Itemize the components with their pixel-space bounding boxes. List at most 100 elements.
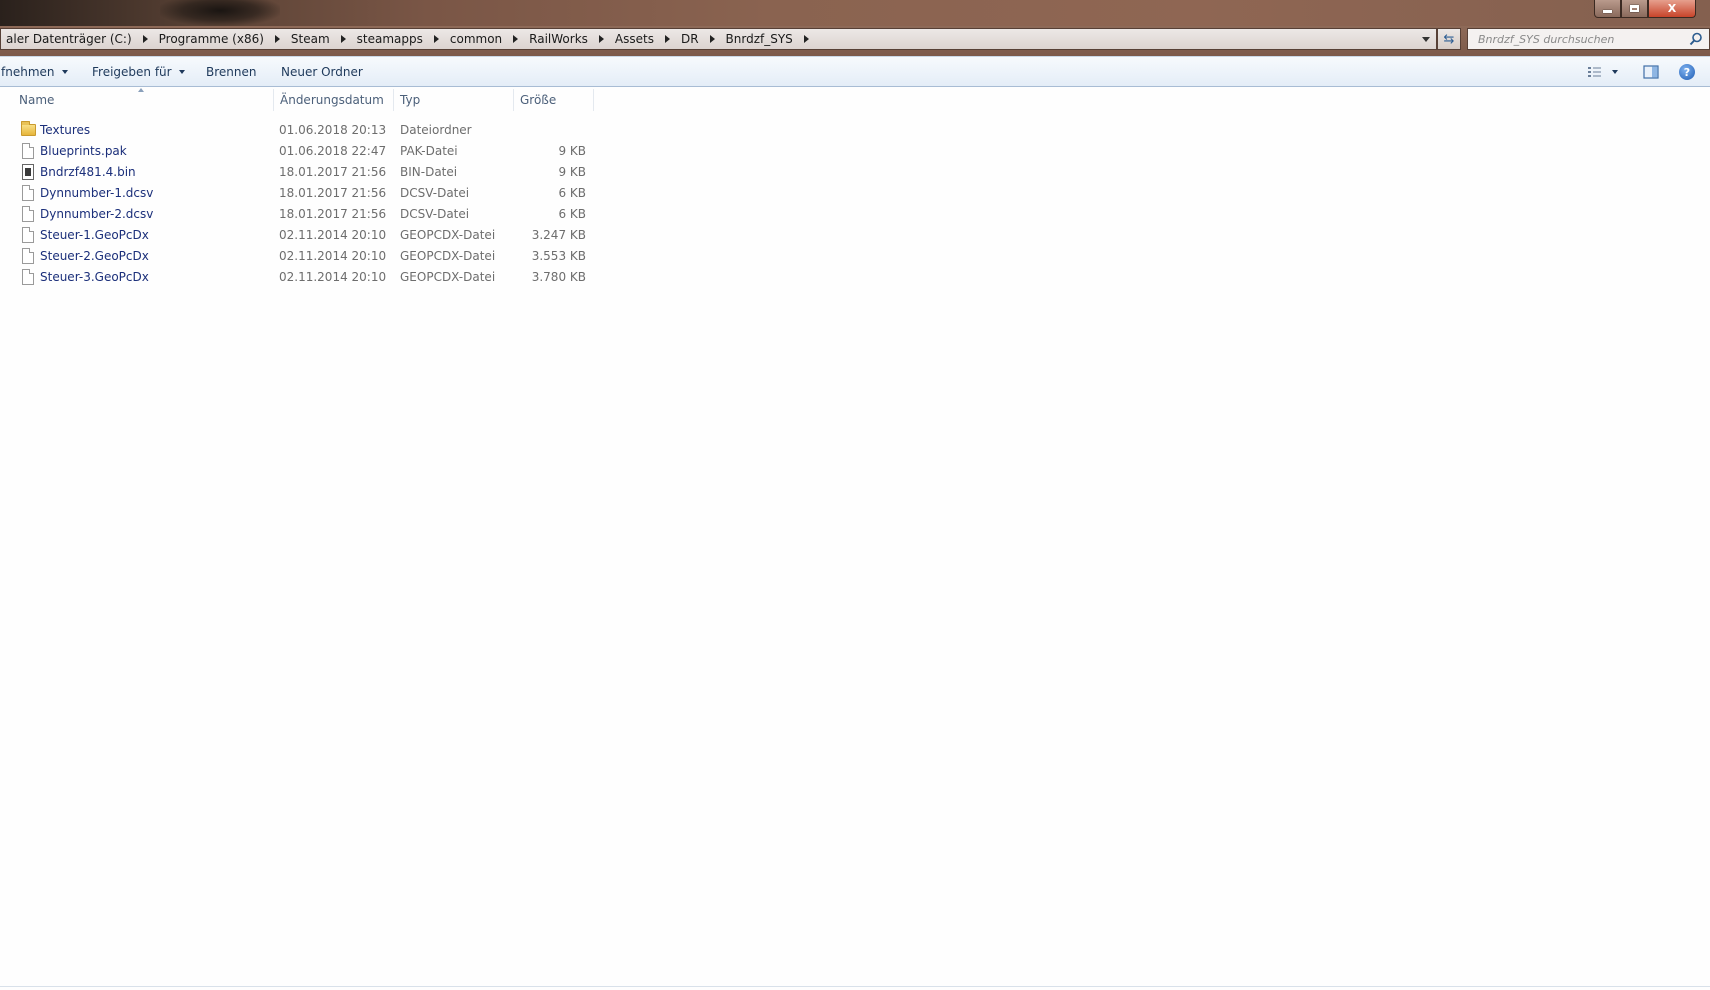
column-divider[interactable] (273, 89, 274, 111)
breadcrumb-chevron-icon[interactable] (664, 35, 670, 43)
maximize-button[interactable] (1621, 0, 1648, 18)
maximize-icon (1630, 5, 1639, 12)
preview-pane-button[interactable] (1643, 61, 1659, 83)
file-date: 02.11.2014 20:10 (279, 227, 387, 242)
column-divider[interactable] (593, 89, 594, 111)
breadcrumb-item[interactable]: Bnrdzf_SYS (721, 32, 798, 46)
breadcrumb-chevron-icon[interactable] (709, 35, 715, 43)
navigation-bar: aler Datenträger (C:) Programme (x86) Stea… (0, 26, 1710, 56)
new-folder-button[interactable]: Neuer Ordner (281, 57, 363, 87)
column-header-name-label: Name (19, 92, 55, 107)
file-row[interactable]: Bndrzf481.4.bin 18.01.2017 21:56 BIN-Datei… (0, 161, 600, 182)
file-size: 6 KB (558, 185, 586, 200)
caret-down-icon (61, 70, 68, 74)
breadcrumb-chevron-icon[interactable] (513, 35, 519, 43)
refresh-icon: ⇆ (1443, 31, 1455, 47)
file-row[interactable]: Steuer-1.GeoPcDx 02.11.2014 20:10 GEOPCDX-… (0, 224, 600, 245)
file-row[interactable]: Blueprints.pak 01.06.2018 22:47 PAK-Datei 9… (0, 140, 600, 161)
column-header-name[interactable]: Name (19, 87, 273, 112)
breadcrumb-item[interactable]: common (445, 32, 507, 46)
breadcrumb-chevron-icon[interactable] (274, 35, 280, 43)
help-button[interactable]: ? (1679, 61, 1695, 83)
search-input[interactable] (1476, 31, 1685, 47)
search-box[interactable] (1467, 28, 1710, 50)
file-date: 01.06.2018 22:47 (279, 143, 387, 158)
file-list-pane[interactable]: Name Änderungsdatum Typ Größe Textures 01… (0, 87, 1710, 990)
search-icon[interactable] (1689, 32, 1703, 46)
file-date: 18.01.2017 21:56 (279, 206, 387, 221)
breadcrumb-item[interactable]: RailWorks (524, 32, 593, 46)
file-row[interactable]: Steuer-2.GeoPcDx 02.11.2014 20:10 GEOPCDX-… (0, 245, 600, 266)
burn-label: Brennen (206, 65, 257, 79)
column-divider[interactable] (513, 89, 514, 111)
new-folder-label: Neuer Ordner (281, 65, 363, 79)
breadcrumb-item[interactable]: aler Datenträger (C:) (1, 32, 137, 46)
column-header-size[interactable]: Größe (520, 87, 593, 112)
window-titlebar: X (0, 0, 1710, 26)
file-type: DCSV-Datei (400, 206, 470, 221)
minimize-icon (1603, 10, 1612, 13)
breadcrumb-item[interactable]: Steam (286, 32, 335, 46)
caret-down-icon (1612, 70, 1618, 74)
address-dropdown-button[interactable] (1416, 29, 1436, 49)
binary-file-icon (22, 164, 34, 180)
breadcrumb-item[interactable]: steamapps (352, 32, 428, 46)
file-icon (22, 206, 34, 222)
organize-label: fnehmen (1, 65, 55, 79)
change-view-button[interactable] (1587, 61, 1618, 83)
file-size: 6 KB (558, 206, 586, 221)
breadcrumb-chevron-icon[interactable] (142, 35, 148, 43)
file-row[interactable]: Textures 01.06.2018 20:13 Dateiordner (0, 119, 600, 140)
column-header-type-label: Typ (400, 92, 421, 107)
column-divider[interactable] (393, 89, 394, 111)
file-name: Steuer-1.GeoPcDx (40, 227, 149, 242)
file-icon (22, 143, 34, 159)
file-size: 9 KB (558, 143, 586, 158)
close-icon: X (1667, 2, 1677, 15)
column-header-date[interactable]: Änderungsdatum (280, 87, 393, 112)
file-name: Steuer-3.GeoPcDx (40, 269, 149, 284)
file-date: 01.06.2018 20:13 (279, 122, 387, 137)
breadcrumb-item[interactable]: Programme (x86) (154, 32, 269, 46)
file-name: Dynnumber-2.dcsv (40, 206, 154, 221)
breadcrumb-chevron-icon[interactable] (803, 35, 809, 43)
file-row[interactable]: Dynnumber-2.dcsv 18.01.2017 21:56 DCSV-Dat… (0, 203, 600, 224)
file-size (480, 119, 586, 140)
chevron-down-icon (1422, 36, 1430, 42)
file-size: 9 KB (558, 164, 586, 179)
file-type: DCSV-Datei (400, 185, 470, 200)
file-icon (22, 248, 34, 264)
breadcrumb-chevron-icon[interactable] (598, 35, 604, 43)
refresh-button[interactable]: ⇆ (1437, 28, 1461, 50)
share-with-label: Freigeben für (92, 65, 172, 79)
column-headers: Name Änderungsdatum Typ Größe (0, 87, 1710, 113)
breadcrumb: aler Datenträger (C:) Programme (x86) Stea… (1, 29, 815, 49)
file-row[interactable]: Dynnumber-1.dcsv 18.01.2017 21:56 DCSV-Dat… (0, 182, 600, 203)
file-name: Bndrzf481.4.bin (40, 164, 136, 179)
column-header-type[interactable]: Typ (400, 87, 513, 112)
file-size: 3.247 KB (531, 227, 586, 242)
address-bar[interactable]: aler Datenträger (C:) Programme (x86) Stea… (0, 28, 1437, 50)
breadcrumb-chevron-icon[interactable] (340, 35, 346, 43)
column-header-date-label: Änderungsdatum (280, 92, 384, 107)
file-date: 02.11.2014 20:10 (279, 269, 387, 284)
file-row[interactable]: Steuer-3.GeoPcDx 02.11.2014 20:10 GEOPCDX-… (0, 266, 600, 287)
minimize-button[interactable] (1594, 0, 1621, 18)
preview-pane-icon (1643, 65, 1659, 79)
file-date: 18.01.2017 21:56 (279, 185, 387, 200)
file-size: 3.780 KB (531, 269, 586, 284)
file-name: Blueprints.pak (40, 143, 127, 158)
file-size: 3.553 KB (531, 248, 586, 263)
burn-button[interactable]: Brennen (206, 57, 256, 87)
share-with-menu[interactable]: Freigeben für (92, 57, 185, 87)
file-name: Steuer-2.GeoPcDx (40, 248, 149, 263)
breadcrumb-item[interactable]: DR (676, 32, 704, 46)
file-type: PAK-Datei (400, 143, 458, 158)
breadcrumb-chevron-icon[interactable] (433, 35, 439, 43)
details-view-icon (1588, 67, 1601, 77)
breadcrumb-item[interactable]: Assets (610, 32, 659, 46)
organize-menu[interactable]: fnehmen (1, 57, 68, 87)
close-button[interactable]: X (1648, 0, 1696, 18)
file-icon (22, 227, 34, 243)
command-bar: fnehmen Freigeben für Brennen Neuer Ordn… (0, 56, 1710, 87)
